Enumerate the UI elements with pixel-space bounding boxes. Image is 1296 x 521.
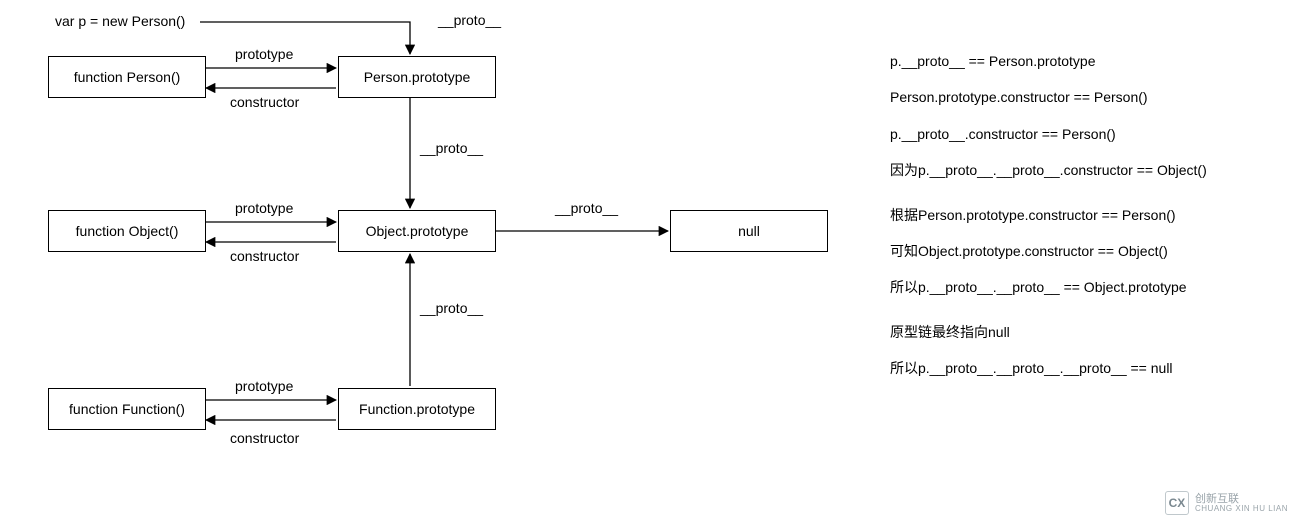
note-line-3: p.__proto__.constructor == Person() <box>890 123 1207 145</box>
box-person-prototype: Person.prototype <box>338 56 496 98</box>
box-function-prototype: Function.prototype <box>338 388 496 430</box>
note-line-8: 原型链最终指向null <box>890 321 1207 343</box>
watermark-logo-icon: CX <box>1165 491 1189 515</box>
box-function-object: function Object() <box>48 210 206 252</box>
note-line-9: 所以p.__proto__.__proto__.__proto__ == nul… <box>890 357 1207 379</box>
label-constructor-object: constructor <box>230 248 299 264</box>
label-prototype-function: prototype <box>235 378 293 394</box>
note-line-4: 因为p.__proto__.__proto__.constructor == O… <box>890 159 1207 181</box>
explanation-notes: p.__proto__ == Person.prototype Person.p… <box>890 50 1207 394</box>
var-p-declaration: var p = new Person() <box>55 13 185 29</box>
note-line-1: p.__proto__ == Person.prototype <box>890 50 1207 72</box>
box-function-function: function Function() <box>48 388 206 430</box>
label-proto-p-to-person: __proto__ <box>438 12 501 28</box>
label-constructor-person: constructor <box>230 94 299 110</box>
label-constructor-function: constructor <box>230 430 299 446</box>
label-prototype-object: prototype <box>235 200 293 216</box>
label-proto-person-to-object: __proto__ <box>420 140 483 156</box>
watermark: CX 创新互联 CHUANG XIN HU LIAN <box>1165 491 1288 515</box>
note-line-5: 根据Person.prototype.constructor == Person… <box>890 204 1207 226</box>
label-proto-object-to-null: __proto__ <box>555 200 618 216</box>
label-proto-function-to-object: __proto__ <box>420 300 483 316</box>
box-function-person: function Person() <box>48 56 206 98</box>
watermark-brand: 创新互联 <box>1195 493 1288 505</box>
note-line-2: Person.prototype.constructor == Person() <box>890 86 1207 108</box>
box-null: null <box>670 210 828 252</box>
box-object-prototype: Object.prototype <box>338 210 496 252</box>
note-line-7: 所以p.__proto__.__proto__ == Object.protot… <box>890 276 1207 298</box>
watermark-sub: CHUANG XIN HU LIAN <box>1195 505 1288 514</box>
label-prototype-person: prototype <box>235 46 293 62</box>
note-line-6: 可知Object.prototype.constructor == Object… <box>890 240 1207 262</box>
